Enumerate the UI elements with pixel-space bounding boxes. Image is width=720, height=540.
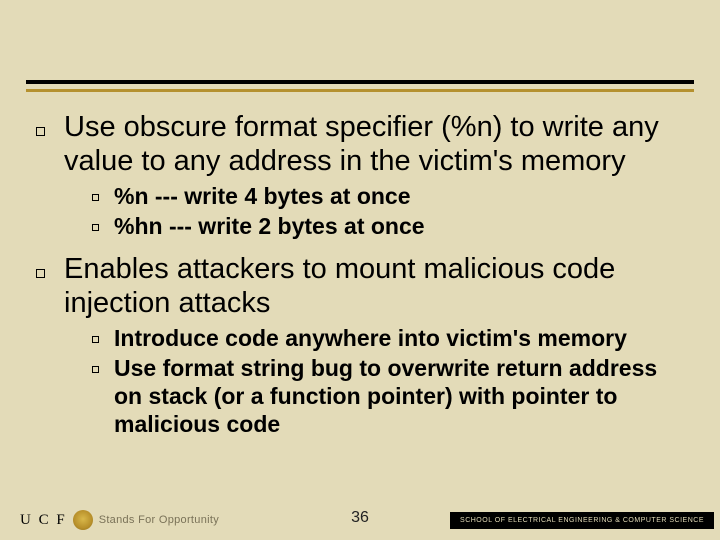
- bullet-icon: [36, 252, 64, 290]
- bullet-level1: Use obscure format specifier (%n) to wri…: [36, 110, 684, 178]
- bullet-icon: [92, 212, 114, 242]
- bullet-text: Use obscure format specifier (%n) to wri…: [64, 110, 684, 178]
- bullet-level1: Enables attackers to mount malicious cod…: [36, 252, 684, 320]
- slide: Use obscure format specifier (%n) to wri…: [0, 0, 720, 540]
- bullet-icon: [92, 182, 114, 212]
- bullet-level2: Use format string bug to overwrite retur…: [92, 354, 684, 438]
- bullet-level2: %n --- write 4 bytes at once: [92, 182, 684, 212]
- ucf-logo-text: U C F: [20, 512, 67, 529]
- bullet-level2: Introduce code anywhere into victim's me…: [92, 324, 684, 354]
- ucf-tagline: Stands For Opportunity: [99, 514, 219, 526]
- pegasus-seal-icon: [73, 510, 93, 530]
- bullet-text: Introduce code anywhere into victim's me…: [114, 324, 627, 352]
- bullet-icon: [36, 110, 64, 148]
- bullet-text: Enables attackers to mount malicious cod…: [64, 252, 684, 320]
- sub-bullet-group: Introduce code anywhere into victim's me…: [92, 324, 684, 438]
- bullet-text: Use format string bug to overwrite retur…: [114, 354, 684, 438]
- school-badge: SCHOOL OF ELECTRICAL ENGINEERING & COMPU…: [450, 512, 714, 529]
- sub-bullet-group: %n --- write 4 bytes at once %hn --- wri…: [92, 182, 684, 242]
- bullet-icon: [92, 354, 114, 384]
- divider-gold: [26, 89, 694, 92]
- bullet-text: %hn --- write 2 bytes at once: [114, 212, 425, 240]
- slide-body: Use obscure format specifier (%n) to wri…: [36, 110, 684, 448]
- bullet-text: %n --- write 4 bytes at once: [114, 182, 411, 210]
- bullet-icon: [92, 324, 114, 354]
- footer: U C F Stands For Opportunity SCHOOL OF E…: [20, 508, 714, 532]
- bullet-level2: %hn --- write 2 bytes at once: [92, 212, 684, 242]
- footer-left: U C F Stands For Opportunity: [20, 510, 219, 530]
- divider-thick: [26, 80, 694, 84]
